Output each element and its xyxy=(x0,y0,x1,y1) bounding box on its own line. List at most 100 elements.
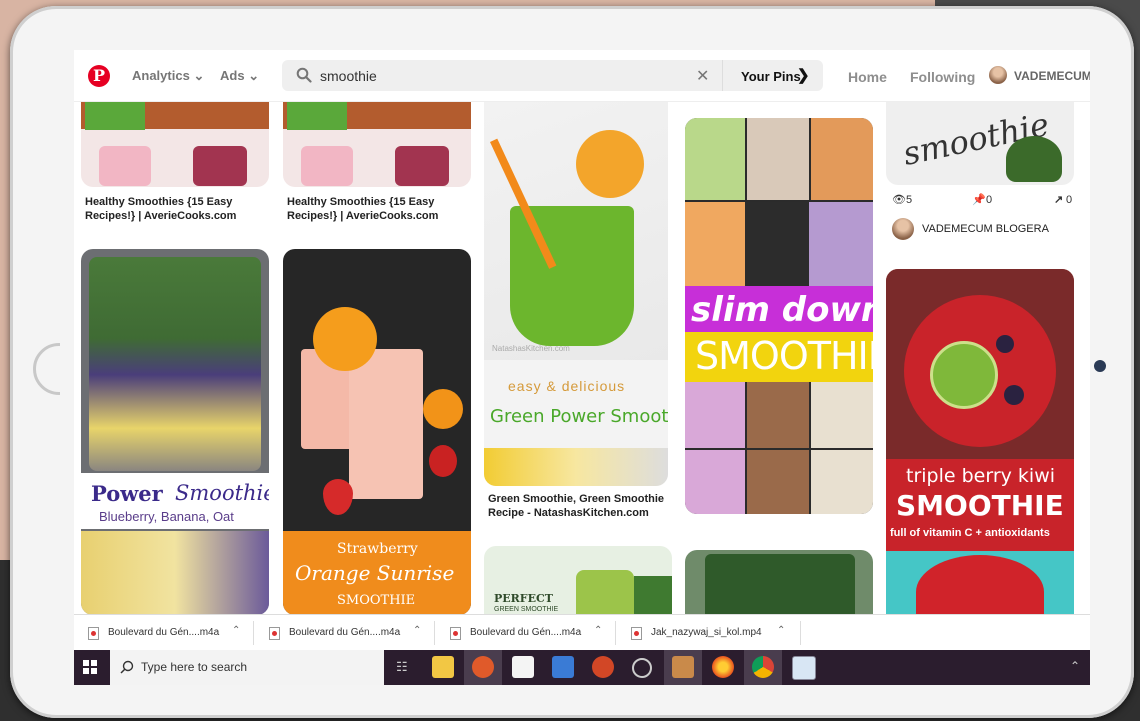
file-icon xyxy=(88,627,99,640)
pin-caption[interactable]: Green Smoothie, Green Smoothie Recipe - … xyxy=(488,492,670,520)
file-icon xyxy=(269,627,280,640)
your-pins-label: Your Pins xyxy=(741,69,801,84)
pin-image xyxy=(1006,136,1062,182)
chevron-up-icon[interactable]: ⌃ xyxy=(777,625,785,636)
pin-image xyxy=(685,202,873,286)
pin-title: Orange Sunrise xyxy=(295,561,455,585)
pin-subtitle: easy & delicious xyxy=(508,378,626,394)
store-icon[interactable] xyxy=(512,656,534,678)
windows-start-icon[interactable] xyxy=(83,660,97,674)
pin-green-power-smoothie[interactable]: NatashasKitchen.com easy & delicious Gre… xyxy=(484,102,668,486)
analytics-menu[interactable]: Analytics ⌄ xyxy=(132,68,204,84)
download-filename: Boulevard du Gén....m4a xyxy=(108,627,220,638)
ads-label: Ads xyxy=(220,68,245,83)
chevron-up-icon[interactable]: ⌃ xyxy=(1070,659,1080,673)
pin-image xyxy=(685,382,873,514)
firefox-icon[interactable] xyxy=(712,656,734,678)
file-icon xyxy=(450,627,461,640)
pin-healthy-smoothies-1[interactable] xyxy=(81,102,269,187)
search-input[interactable]: smoothie xyxy=(320,68,377,84)
chevron-up-icon[interactable]: ⌃ xyxy=(413,625,421,636)
task-view-icon[interactable]: ☷ xyxy=(396,659,408,675)
clear-search-icon[interactable]: ✕ xyxy=(696,66,709,86)
pin-title: SMOOTHIE xyxy=(896,489,1064,522)
pin-caption[interactable]: Healthy Smoothies {15 Easy Recipes!} | A… xyxy=(85,195,265,223)
mail-icon[interactable] xyxy=(552,656,574,678)
search-bar[interactable]: smoothie ✕ xyxy=(282,60,722,91)
pinterest-logo[interactable]: P xyxy=(88,65,110,87)
pin-image xyxy=(89,257,261,471)
pin-image xyxy=(81,531,269,615)
pin-triple-berry-kiwi[interactable]: triple berry kiwi SMOOTHIE full of vitam… xyxy=(886,269,1074,629)
pin-title-panel: triple berry kiwi SMOOTHIE full of vitam… xyxy=(886,459,1074,551)
pin-title: Strawberry xyxy=(337,541,418,557)
taskbar-search-placeholder: Type here to search xyxy=(141,660,248,674)
views-icon: 👁 xyxy=(892,194,906,206)
download-filename: Jak_nazywaj_si_kol.mp4 xyxy=(651,627,762,638)
app-icon[interactable] xyxy=(672,656,694,678)
chrome-icon[interactable] xyxy=(752,656,774,678)
search-icon xyxy=(120,660,134,674)
taskbar-search[interactable]: Type here to search xyxy=(110,650,384,685)
search-icon xyxy=(296,67,312,83)
shares-count: 0 xyxy=(1066,194,1073,206)
pin-healthy-smoothies-2[interactable] xyxy=(283,102,471,187)
analytics-label: Analytics xyxy=(132,68,190,83)
pin-caption[interactable]: Healthy Smoothies {15 Easy Recipes!} | A… xyxy=(287,195,467,223)
download-item[interactable]: Boulevard du Gén....m4a ⌃ xyxy=(255,615,435,651)
pin-image xyxy=(313,307,377,371)
home-link[interactable]: Home xyxy=(848,69,887,85)
pin-title: Smoothie xyxy=(175,481,269,505)
author-avatar[interactable] xyxy=(892,218,914,240)
pin-image xyxy=(1004,385,1024,405)
pin-watermark: NatashasKitchen.com xyxy=(492,344,570,353)
ads-menu[interactable]: Ads ⌄ xyxy=(220,68,259,84)
pin-title-panel: Power Smoothie Blueberry, Banana, Oat xyxy=(81,473,269,529)
download-filename: Boulevard du Gén....m4a xyxy=(289,627,401,638)
saves-count: 0 xyxy=(986,194,993,206)
pin-title: Power xyxy=(91,481,163,506)
pin-image xyxy=(930,341,998,409)
share-arrow-icon: ↗ xyxy=(1054,194,1064,206)
download-item[interactable]: Boulevard du Gén....m4a ⌃ xyxy=(436,615,616,651)
pin-image xyxy=(484,448,668,486)
pin-stats: 👁 5 📌 0 ↗ 0 xyxy=(890,193,1074,209)
download-item[interactable]: Jak_nazywaj_si_kol.mp4 ⌃ xyxy=(617,615,801,651)
chevron-up-icon[interactable]: ⌃ xyxy=(594,625,602,636)
chevron-down-icon: ❯ xyxy=(797,67,810,84)
file-explorer-icon[interactable] xyxy=(432,656,454,678)
avatar[interactable] xyxy=(989,66,1007,84)
pin-title: GREEN SMOOTHIE xyxy=(494,606,559,613)
download-item[interactable]: Boulevard du Gén....m4a ⌃ xyxy=(74,615,254,651)
chevron-up-icon[interactable]: ⌃ xyxy=(232,625,240,636)
pin-slim-down-smoothies[interactable]: slim down SMOOTHIES xyxy=(685,118,873,514)
pin-image xyxy=(323,479,353,515)
pin-title-panel: Strawberry Orange Sunrise SMOOTHIE xyxy=(283,531,471,615)
divider xyxy=(800,621,801,645)
pin-image xyxy=(99,146,151,186)
pin-image xyxy=(287,102,347,130)
your-pins-dropdown[interactable]: Your Pins ❯ xyxy=(722,60,823,91)
pin-title: SMOOTHIE xyxy=(337,593,416,608)
powerpoint-icon[interactable] xyxy=(592,656,614,678)
pin-strawberry-orange-sunrise[interactable]: Strawberry Orange Sunrise SMOOTHIE xyxy=(283,249,471,615)
pin-saves-icon: 📌 xyxy=(972,194,986,206)
divider xyxy=(615,621,616,645)
pin-image xyxy=(576,130,644,198)
pin-title: slim down xyxy=(691,290,873,330)
pin-image xyxy=(349,349,423,499)
chevron-down-icon: ⌄ xyxy=(193,68,205,83)
following-link[interactable]: Following xyxy=(910,69,975,85)
pin-author[interactable]: VADEMECUM BLOGERA xyxy=(922,223,1049,235)
app-icon[interactable] xyxy=(632,658,652,678)
pin-image xyxy=(510,206,634,346)
username[interactable]: VADEMECUM . xyxy=(1014,69,1090,83)
views-count: 5 xyxy=(906,194,913,206)
pin-title: SMOOTHIES xyxy=(695,334,873,378)
pin-image xyxy=(996,335,1014,353)
app-icon[interactable] xyxy=(472,656,494,678)
pin-power-smoothie[interactable]: Power Smoothie Blueberry, Banana, Oat xyxy=(81,249,269,615)
pin-image xyxy=(85,102,145,130)
notepad-icon[interactable] xyxy=(792,656,816,680)
pin-smoothie-script[interactable]: smoothie xyxy=(886,102,1074,185)
